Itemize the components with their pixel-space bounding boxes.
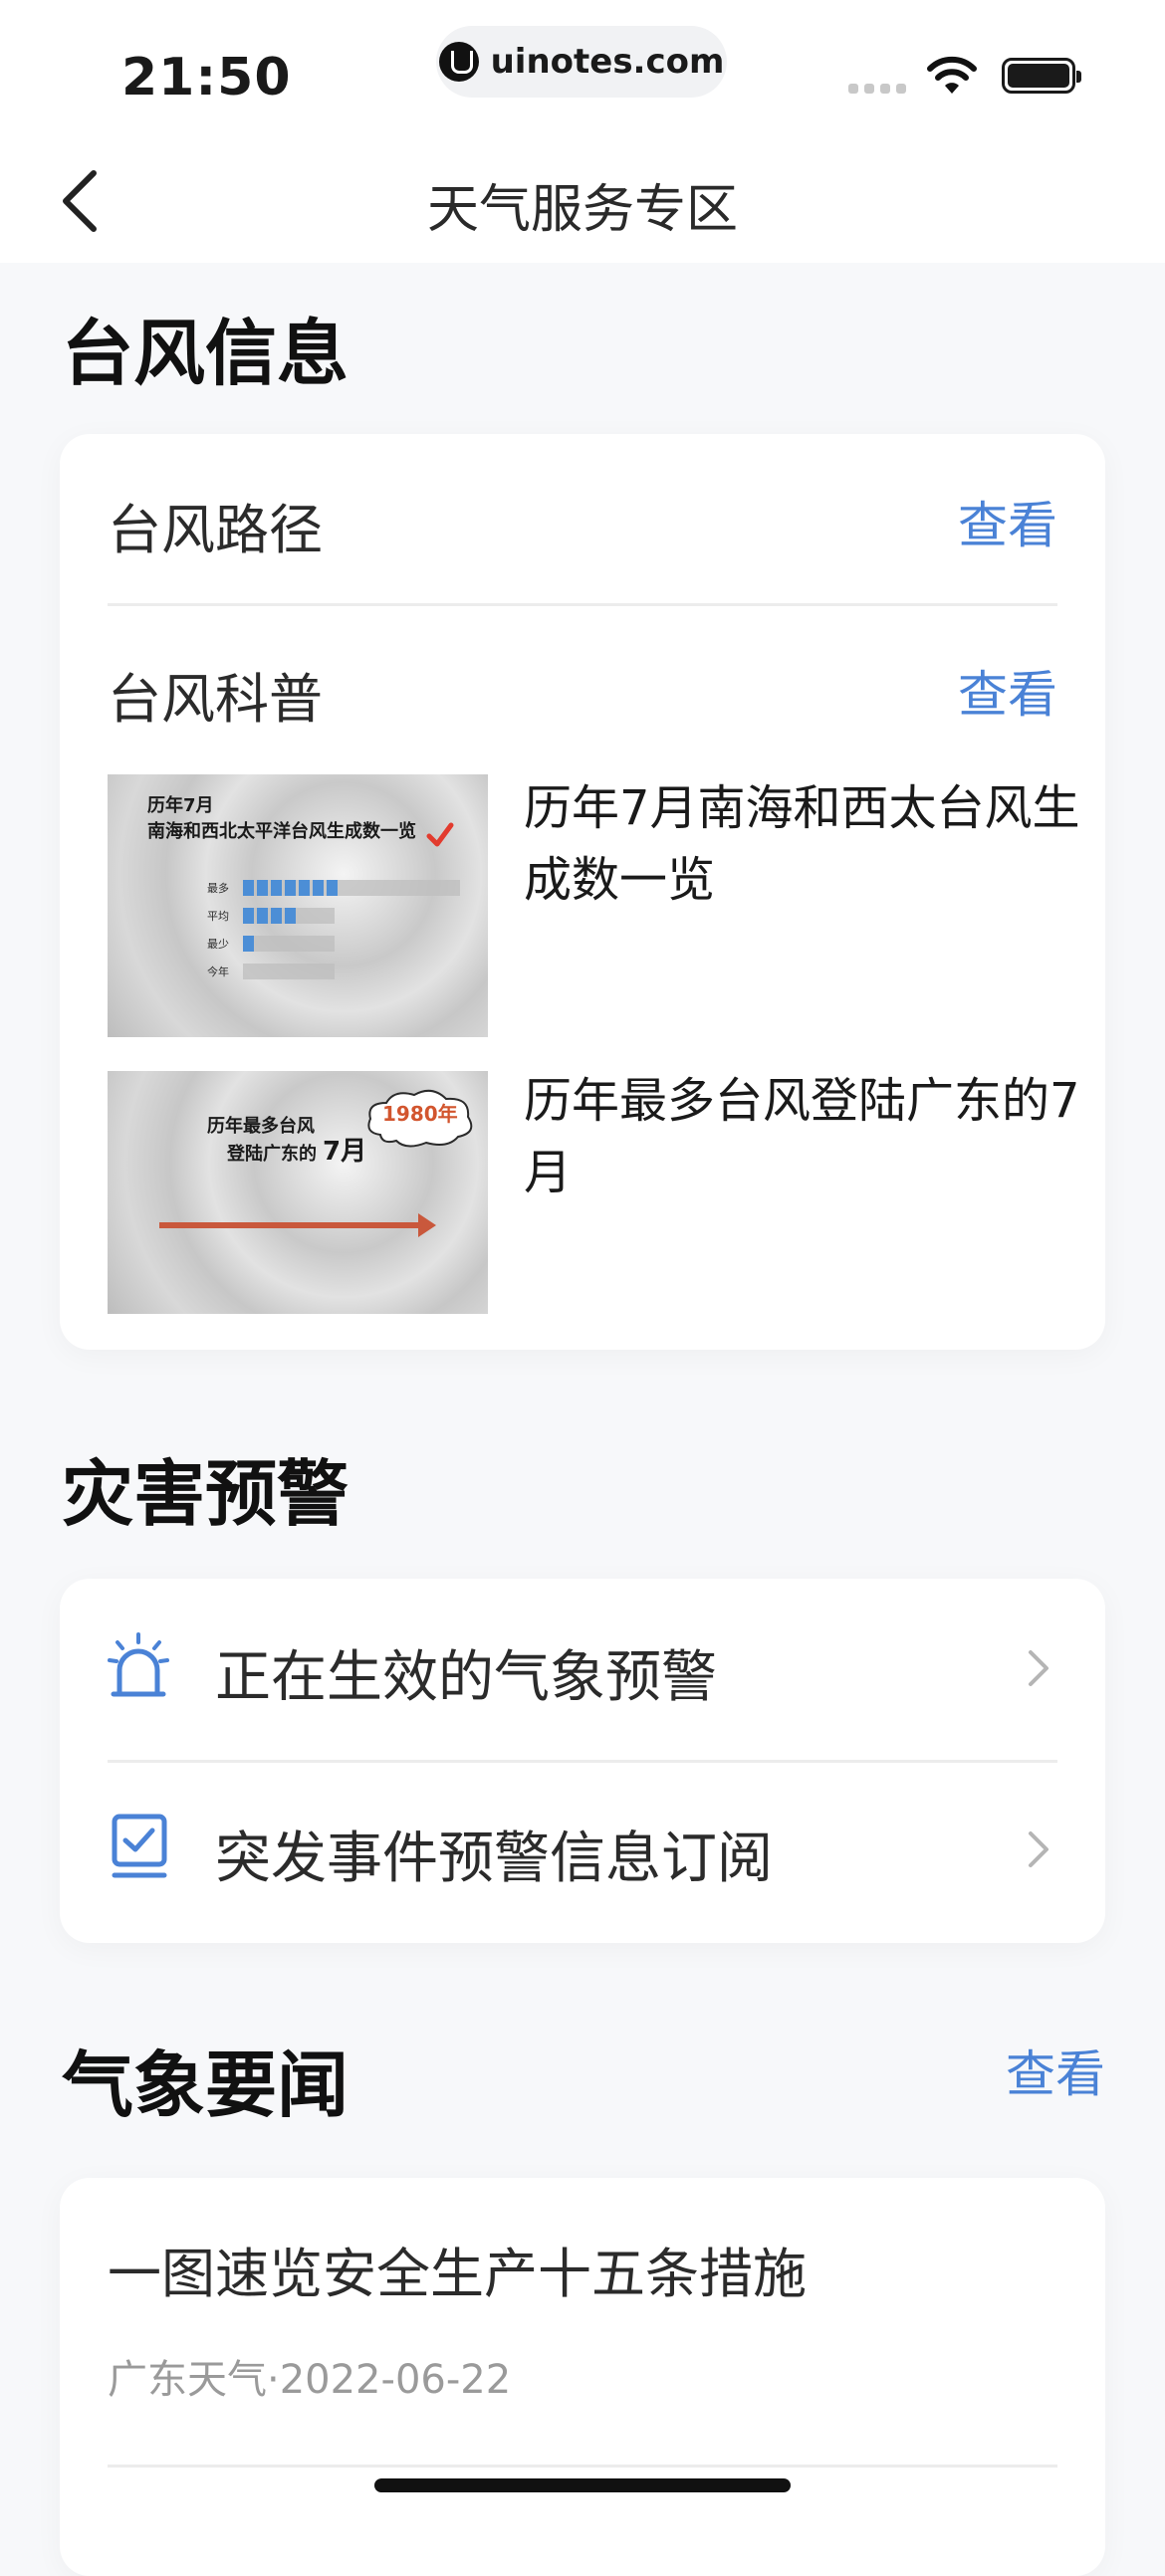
warning-section-title: 灾害预警 [62,1452,350,1536]
warning-item-label: 正在生效的气象预警 [215,1645,717,1710]
cellular-signal-icon [848,84,906,94]
arrow-head-icon [418,1213,436,1237]
chevron-right-icon [1029,1650,1048,1686]
typhoon-track-view-link[interactable]: 查看 [958,486,1057,557]
checkmark-icon [426,822,454,847]
article-title[interactable]: 历年7月南海和西太台风生成数一览 [524,772,1081,916]
news-item[interactable]: 一图速览安全生产十五条措施 广东天气·2022-06-22 [60,2178,1105,2467]
news-card: 一图速览安全生产十五条措施 广东天气·2022-06-22 [60,2178,1105,2576]
news-view-link[interactable]: 查看 [1006,2035,1105,2106]
thumb-row-label: 最多 [207,882,229,895]
warning-item[interactable]: 正在生效的气象预警 [60,1579,1105,1756]
status-bar: 21:50 uinotes.com [0,0,1165,139]
thumb-row-label: 平均 [207,910,229,923]
typhoon-science-label: 台风科普 [108,668,323,731]
article-thumbnail[interactable]: 历年7月 南海和西北太平洋台风生成数一览 最多 平均 最少 今年 [108,774,488,1037]
timeline-arrow [159,1222,422,1228]
thumb-bar [243,908,299,924]
thumb-bar [243,936,257,952]
warning-card: 正在生效的气象预警 突发事件预警信息订阅 [60,1579,1105,1943]
typhoon-section-title: 台风信息 [62,312,350,395]
news-meta: 广东天气·2022-06-22 [108,2357,512,2403]
thumb-heading: 历年7月 [147,795,214,816]
thumb-subheading: 南海和西北太平洋台风生成数一览 [147,821,416,842]
typhoon-card: 台风路径 查看 台风科普 查看 历年7月 南海和西北太平洋台风生成数一览 最多 … [60,434,1105,1350]
divider [108,1760,1057,1763]
article-thumbnail[interactable]: 历年最多台风 登陆广东的 7月 1980年 [108,1071,488,1314]
url-pill[interactable]: uinotes.com [436,26,727,98]
thumb-bar [243,880,341,896]
warning-item[interactable]: 突发事件预警信息订阅 [60,1764,1105,1941]
home-indicator [374,2478,791,2492]
thumb-badge: 1980年 [382,1102,458,1126]
typhoon-track-label: 台风路径 [108,499,323,561]
divider [108,603,1057,606]
url-text: uinotes.com [490,42,725,82]
chevron-right-icon [1029,1831,1048,1867]
thumb-bar-track [243,964,335,979]
news-section-title: 气象要闻 [62,2043,350,2127]
thumb-heading: 历年最多台风 [207,1116,315,1137]
news-title: 一图速览安全生产十五条措施 [108,2243,807,2305]
divider [108,2465,1057,2468]
typhoon-science-view-link[interactable]: 查看 [958,655,1057,727]
alarm-light-icon [108,1632,169,1697]
wifi-icon [927,56,977,94]
nav-bar: 天气服务专区 [0,139,1165,263]
warning-item-label: 突发事件预警信息订阅 [215,1826,773,1891]
status-time: 21:50 [121,48,292,107]
site-logo-icon [438,42,479,82]
battery-icon [1002,58,1081,94]
thumb-row-label: 今年 [207,966,229,978]
article-title[interactable]: 历年最多台风登陆广东的7月 [524,1065,1081,1208]
page-title: 天气服务专区 [426,180,738,240]
thumb-subheading: 登陆广东的 [227,1144,317,1165]
thumb-row-label: 最少 [207,938,229,951]
subscribe-check-icon [112,1814,167,1878]
